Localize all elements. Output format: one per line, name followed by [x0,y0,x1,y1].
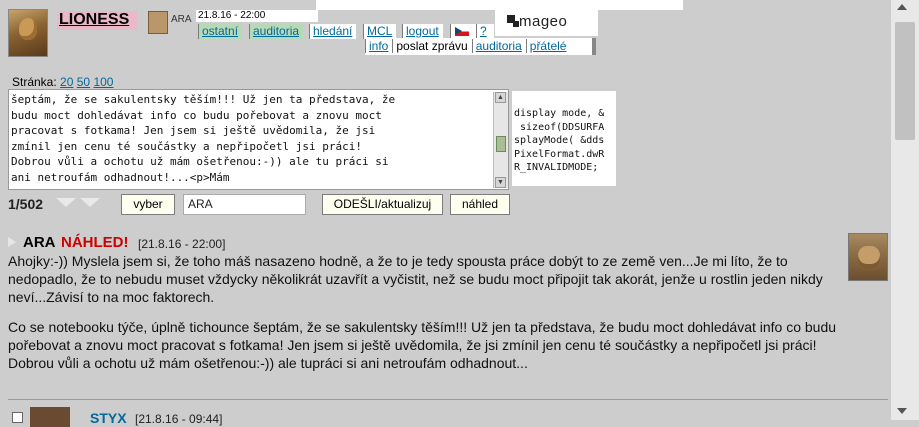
post-body: Ahojky:-)) Myslela jsem si, že toho máš … [8,252,844,384]
pager-50[interactable]: 50 [77,75,90,89]
page-scrollbar[interactable] [891,0,919,420]
top-banner-strip [316,0,683,10]
pager: Stránka: 20 50 100 [12,75,113,89]
help-link[interactable]: ? [476,24,494,39]
textarea-scrollbar[interactable]: ▲ ▼ [493,92,508,188]
next-post-author[interactable]: STYX [90,410,127,426]
header-date: 21.8.16 - 22:00 [196,10,318,22]
scroll-down-icon[interactable]: ▼ [495,177,506,188]
preview-label: NÁHLED! [61,234,129,251]
subnav: info poslat zprávu auditoria přátelé [365,39,571,54]
post-paragraph: Co se notebooku týče, úplně tichounce še… [8,319,837,371]
nav-mcl[interactable]: MCL [363,24,397,39]
arrow-down-icon-2[interactable] [80,198,100,207]
next-post-avatar[interactable] [30,407,70,427]
pager-20[interactable]: 20 [60,75,73,89]
subnav-bar-end [592,38,596,55]
code-snippet: display mode, & sizeof(DDSURFA splayMode… [514,108,605,173]
message-textarea[interactable]: šeptám, že se sakulentsky těším!!! Už je… [11,92,489,188]
username-link[interactable]: LIONESS [57,11,138,30]
post-date: [21.8.16 - 22:00] [138,237,226,251]
preview-button[interactable]: náhled [450,194,510,215]
send-button[interactable]: ODEŠLI/aktualizuj [322,194,443,215]
pager-label: Stránka: [12,75,57,89]
post-divider [8,399,888,400]
next-post-date: [21.8.16 - 09:44] [135,412,223,426]
post-checkbox[interactable] [12,412,23,423]
pager-100[interactable]: 100 [93,75,113,89]
post-author[interactable]: ARA [23,234,56,251]
mini-avatar[interactable] [148,11,168,34]
recipient-input[interactable]: ARA [183,194,306,215]
subnav-send-message[interactable]: poslat zprávu [392,39,472,53]
post-paragraph: Ahojky:-)) Myslela jsem si, že toho máš … [8,253,823,305]
scroll-up-icon[interactable]: ▲ [495,92,506,103]
scroll-up-icon[interactable] [897,4,907,10]
nav-auditoria[interactable]: auditoria [249,24,304,39]
mini-username: ARA [171,14,192,25]
subnav-friends[interactable]: přátelé [525,39,571,53]
post-author-avatar[interactable] [848,233,888,281]
scroll-thumb[interactable] [496,136,506,152]
code-snippet-panel: display mode, & sizeof(DDSURFA splayMode… [512,91,616,186]
subnav-info[interactable]: info [365,39,393,53]
nav-logout[interactable]: logout [402,24,443,39]
subnav-auditoria[interactable]: auditoria [471,39,526,53]
mageo-logo[interactable]: mageo [495,10,598,36]
arrow-down-icon[interactable] [56,198,76,207]
language-flag[interactable] [450,24,477,39]
expand-triangle-icon[interactable] [8,237,16,247]
message-counter: 1/502 [8,196,44,212]
nav-hledani[interactable]: hledání [309,24,357,39]
page-scroll-thumb[interactable] [895,22,915,140]
choose-button[interactable]: vyber [121,194,175,215]
scroll-down-icon[interactable] [897,408,907,414]
nav-ostatni[interactable]: ostatní [198,24,243,39]
user-avatar[interactable] [8,9,48,57]
czech-flag-icon [455,27,469,36]
